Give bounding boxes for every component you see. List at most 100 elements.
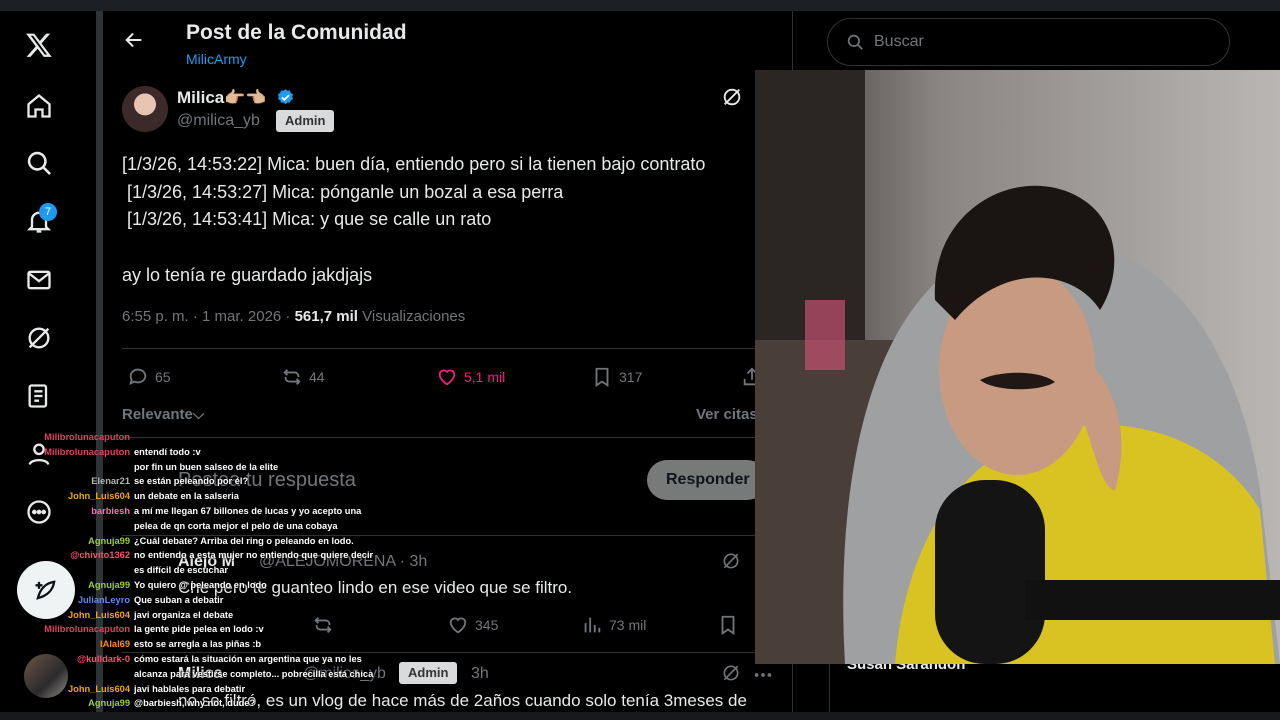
verified-badge-icon bbox=[276, 88, 295, 107]
notification-badge: 7 bbox=[39, 203, 57, 221]
chat-text: esto se arregla a las piñas :b bbox=[134, 639, 262, 650]
repost-icon bbox=[283, 369, 301, 385]
views-action[interactable]: 73 mil bbox=[581, 614, 646, 636]
views-label: Visualizaciones bbox=[362, 308, 466, 325]
bookmark-icon bbox=[595, 367, 609, 387]
chat-text: alcanza para vestirse completo... pobrec… bbox=[134, 668, 374, 679]
view-quotes-link[interactable]: Ver citas bbox=[696, 406, 755, 423]
chat-text: no entiendo a esta mujer no entiendo que… bbox=[134, 550, 374, 561]
chat-message: barbiesh a mí me llegan 67 billones de lu… bbox=[0, 504, 380, 519]
chat-message: Milibrolunacaputon la gente pide pelea en… bbox=[0, 622, 380, 637]
chat-username: John_Luis604 bbox=[67, 609, 130, 620]
chat-text: pelea de qn corta mejor el pelo de una c… bbox=[134, 520, 338, 531]
grok-icon[interactable] bbox=[19, 318, 59, 358]
chat-message: @kulldark-0 cómo estará la situación en a… bbox=[0, 652, 380, 667]
chat-message: por fin un buen salseo de la elite bbox=[0, 460, 380, 475]
chat-username: JulianLeyro bbox=[77, 594, 130, 605]
chat-username: @chivito1362 bbox=[70, 550, 130, 561]
reply-count: 65 bbox=[155, 369, 171, 385]
chat-text: javi organiza el debate bbox=[134, 609, 234, 620]
admin-badge: Admin bbox=[399, 662, 458, 684]
chat-message: lAlal69 esto se arregla a las piñas :b bbox=[0, 637, 380, 652]
analytics-icon bbox=[584, 617, 601, 633]
chat-text: @barbiesh, why not, dude? bbox=[134, 698, 256, 709]
repost-action[interactable]: 44 bbox=[281, 366, 325, 388]
chat-message: alcanza para vestirse completo... pobrec… bbox=[0, 667, 380, 682]
chat-username: Milibrolunacaputon bbox=[44, 446, 130, 457]
chat-text: la gente pide pelea en lodo :v bbox=[134, 624, 264, 635]
lists-icon[interactable] bbox=[19, 376, 59, 416]
chat-message: @chivito1362 no entiendo a esta mujer no … bbox=[0, 548, 380, 563]
search-input[interactable]: Buscar bbox=[874, 33, 924, 51]
chat-text: por fin un buen salseo de la elite bbox=[134, 461, 279, 472]
repost-count: 44 bbox=[309, 369, 325, 385]
chat-message: Elenar21 se están peleando por él? bbox=[0, 474, 380, 489]
admin-badge: Admin bbox=[276, 110, 335, 132]
chat-text: entendí todo :v bbox=[134, 446, 201, 457]
grok-explain-icon[interactable] bbox=[721, 86, 743, 108]
bookmark-action[interactable] bbox=[717, 614, 739, 636]
chat-username: Agnuja99 bbox=[88, 580, 130, 590]
bookmark-icon bbox=[721, 615, 735, 635]
search-icon bbox=[847, 34, 863, 50]
post-meta: 6:55 p. m. · 1 mar. 2026 · 561,7 mil Vis… bbox=[122, 308, 465, 325]
post-text-line: [1/3/26, 14:53:22] Mica: buen día, entie… bbox=[122, 154, 706, 174]
chat-username: Agnuja99 bbox=[88, 698, 130, 709]
like-count: 345 bbox=[475, 617, 499, 633]
chat-username: barbiesh bbox=[91, 506, 130, 516]
share-action[interactable] bbox=[741, 366, 755, 388]
x-logo-icon[interactable] bbox=[19, 25, 59, 65]
views-count: 561,7 mil bbox=[294, 308, 358, 325]
chat-text: es difícil de escuchar bbox=[134, 565, 229, 576]
mail-icon[interactable] bbox=[19, 260, 59, 300]
streamer-camera-image bbox=[755, 70, 1280, 664]
back-arrow-icon[interactable] bbox=[123, 29, 145, 51]
views-count: 73 mil bbox=[609, 617, 647, 633]
grok-explain-icon[interactable] bbox=[721, 551, 743, 573]
post-timestamp[interactable]: 6:55 p. m. · 1 mar. 2026 · bbox=[122, 308, 290, 325]
bookmark-action[interactable]: 317 bbox=[591, 366, 642, 388]
more-options-icon[interactable] bbox=[752, 664, 774, 686]
post-text-line: ay lo tenía re guardado jakdjajs bbox=[122, 265, 373, 285]
chat-text: ¿Cuál debate? Arriba del ring o peleando… bbox=[134, 535, 354, 546]
chevron-down-icon: ⌵ bbox=[192, 406, 205, 423]
chat-message: es difícil de escuchar bbox=[0, 563, 380, 578]
divider bbox=[122, 348, 755, 349]
chat-text: a mí me llegan 67 billones de lucas y yo… bbox=[134, 506, 362, 516]
author-name[interactable]: Milica👉🏼👈🏼 bbox=[177, 88, 267, 108]
chat-username: Elenar21 bbox=[91, 476, 130, 487]
chat-username: Milibrolunacaputon bbox=[44, 624, 130, 635]
chat-message: pelea de qn corta mejor el pelo de una c… bbox=[0, 519, 380, 534]
like-action[interactable]: 5,1 mil bbox=[436, 366, 505, 388]
chat-message: John_Luis604 un debate en la salseria bbox=[0, 489, 380, 504]
bookmark-count: 317 bbox=[619, 369, 643, 385]
sort-label: Relevante bbox=[122, 406, 193, 423]
chat-username: Milibrolunacaputon bbox=[44, 432, 130, 442]
webcam-overlay bbox=[755, 70, 1280, 664]
reply-time[interactable]: 3h bbox=[471, 665, 489, 683]
share-icon bbox=[743, 367, 755, 386]
sort-dropdown[interactable]: Relevante⌵ bbox=[122, 406, 204, 423]
chat-message: John_Luis604 javi hablales para debatir bbox=[0, 682, 380, 697]
like-action[interactable]: 345 bbox=[447, 614, 498, 636]
chat-text: Yo quiero @ peleando en lodo bbox=[134, 580, 267, 590]
post-text-line: [1/3/26, 14:53:27] Mica: pónganle un boz… bbox=[122, 182, 564, 202]
chat-text: un debate en la salseria bbox=[134, 491, 239, 502]
chat-username: John_Luis604 bbox=[67, 683, 130, 694]
grok-explain-icon[interactable] bbox=[721, 663, 743, 685]
like-count: 5,1 mil bbox=[464, 369, 506, 385]
author-avatar[interactable] bbox=[122, 86, 168, 132]
chat-message: Agnuja99 Yo quiero @ peleando en lodo bbox=[0, 578, 380, 593]
home-icon[interactable] bbox=[19, 86, 59, 126]
search-icon[interactable] bbox=[19, 143, 59, 183]
search-box[interactable]: Buscar bbox=[827, 18, 1230, 66]
author-handle[interactable]: @milica_yb bbox=[177, 112, 260, 130]
taskbar-strip bbox=[0, 712, 1280, 720]
stream-chat-overlay: Milibrolunacaputon Milibrolunacaputon ente… bbox=[0, 430, 380, 712]
browser-bookmarks-strip bbox=[0, 0, 1280, 11]
community-link[interactable]: MilicArmy bbox=[186, 51, 247, 67]
reply-button[interactable]: Responder bbox=[647, 460, 755, 500]
chat-text: javi hablales para debatir bbox=[134, 683, 246, 694]
reply-action[interactable]: 65 bbox=[127, 366, 171, 388]
chat-message: Milibrolunacaputon entendí todo :v bbox=[0, 445, 380, 460]
